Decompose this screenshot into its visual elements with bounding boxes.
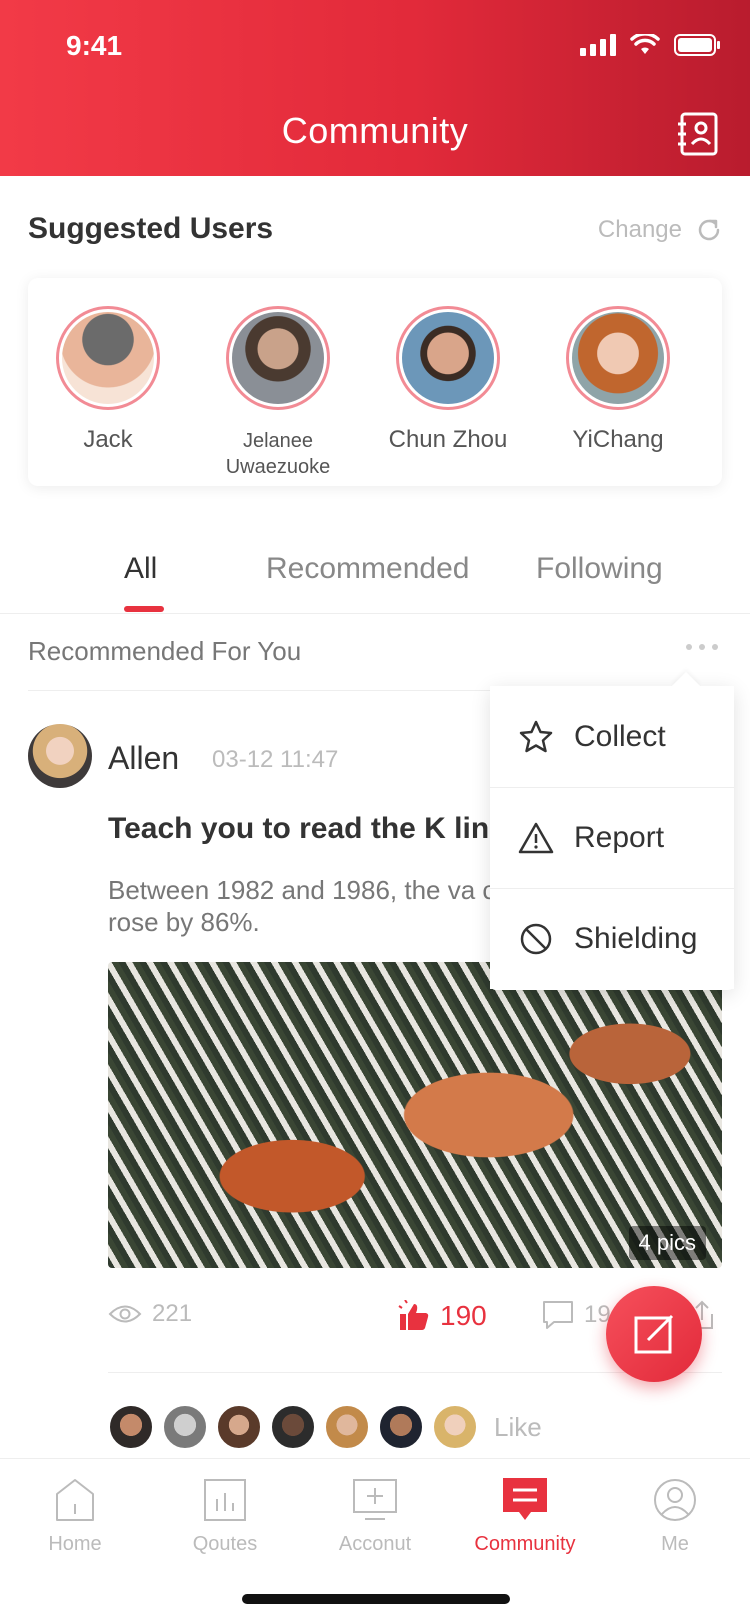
post-author[interactable]: Allen: [108, 740, 179, 777]
status-time: 9:41: [66, 30, 123, 61]
tab-recommended[interactable]: Recommended: [266, 552, 469, 586]
suggested-users-card: Jack Jelanee Uwaezuoke Chun Zhou YiChang: [28, 278, 722, 486]
thumbs-up-icon: [398, 1300, 429, 1330]
avatar: [566, 306, 670, 410]
menu-item-label: Shielding: [574, 922, 698, 955]
like-button[interactable]: 190: [398, 1300, 487, 1332]
tabbar-label: Home: [48, 1533, 102, 1555]
active-tab-indicator: [124, 606, 164, 612]
suggested-user[interactable]: YiChang: [530, 306, 706, 454]
liker-avatar: [108, 1404, 154, 1450]
status-icons: [580, 34, 720, 56]
avatar: [226, 306, 330, 410]
refresh-icon: [698, 219, 720, 241]
change-label: Change: [597, 216, 682, 243]
community-icon: [503, 1478, 547, 1520]
user-name: YiChang: [572, 426, 664, 453]
dot: [699, 644, 705, 650]
post-time: 03-12 11:47: [212, 746, 339, 773]
account-icon: [353, 1479, 397, 1520]
user-name: Chun Zhou: [388, 426, 508, 453]
post-author-avatar[interactable]: [28, 724, 92, 788]
tabbar-label: Acconut: [338, 1533, 412, 1555]
menu-item-label: Report: [574, 821, 665, 854]
avatar: [56, 306, 160, 410]
tabbar-item-quotes[interactable]: Qoutes: [150, 1475, 300, 1556]
avatar: [396, 306, 500, 410]
tabbar-item-community[interactable]: Community: [450, 1475, 600, 1556]
signal-icon: [580, 34, 616, 56]
liker-avatar: [324, 1404, 370, 1450]
page-title: Community: [281, 110, 469, 151]
like-label: Like: [494, 1411, 542, 1442]
dot: [686, 644, 692, 650]
views-stat: 221: [108, 1300, 192, 1328]
tabbar-item-account[interactable]: Acconut: [300, 1475, 450, 1556]
eye-icon: [108, 1305, 142, 1323]
tab-following[interactable]: Following: [536, 552, 663, 586]
liker-avatar: [378, 1404, 424, 1450]
likes-count: 190: [440, 1300, 487, 1331]
menu-item-report[interactable]: Report: [490, 787, 734, 888]
likers-row[interactable]: Like: [108, 1404, 542, 1450]
wifi-icon: [630, 34, 660, 54]
liker-avatar: [432, 1404, 478, 1450]
menu-item-collect[interactable]: Collect: [490, 686, 734, 787]
dot: [712, 644, 718, 650]
suggested-user[interactable]: Jelanee Uwaezuoke: [190, 306, 366, 480]
tabbar-label: Qoutes: [192, 1533, 258, 1555]
profile-icon: [654, 1479, 696, 1521]
compose-button[interactable]: [606, 1286, 702, 1382]
header: 9:41 Community: [0, 0, 750, 176]
home-icon: [56, 1479, 94, 1521]
liker-avatar: [270, 1404, 316, 1450]
tab-all[interactable]: All: [124, 552, 157, 586]
post-title[interactable]: Teach you to read the K lin: [108, 812, 489, 846]
contacts-book-icon: [678, 112, 718, 156]
chart-icon: [204, 1479, 246, 1521]
warning-icon: [518, 822, 554, 854]
more-options-button[interactable]: [686, 644, 718, 650]
tabbar-label: Me: [661, 1533, 689, 1555]
block-icon: [520, 923, 552, 955]
liker-avatar: [162, 1404, 208, 1450]
menu-item-shielding[interactable]: Shielding: [490, 888, 734, 989]
post-options-menu: Collect Report Shielding: [490, 671, 734, 990]
comment-icon: [543, 1301, 573, 1329]
battery-icon: [674, 34, 720, 56]
home-indicator: [242, 1594, 510, 1604]
contacts-button[interactable]: [678, 112, 718, 156]
change-button[interactable]: Change: [598, 216, 722, 244]
compose-icon: [634, 1314, 674, 1354]
menu-item-label: Collect: [574, 719, 666, 753]
suggested-user[interactable]: Jack: [20, 306, 196, 454]
comment-button[interactable]: 19: [542, 1300, 611, 1330]
tabbar-label: Community: [474, 1533, 576, 1555]
tabbar-item-home[interactable]: Home: [0, 1475, 150, 1556]
suggested-users-title: Suggested Users: [28, 212, 274, 245]
section-title: Recommended For You: [28, 636, 302, 666]
post-image[interactable]: 4 pics: [108, 962, 722, 1268]
star-icon: [519, 720, 553, 752]
suggested-user[interactable]: Chun Zhou: [360, 306, 536, 454]
user-name: Jack: [83, 426, 133, 453]
liker-avatar: [216, 1404, 262, 1450]
feed-tabs: All Recommended Following: [0, 540, 750, 614]
pics-count-badge: 4 pics: [628, 1226, 706, 1260]
views-count: 221: [152, 1300, 193, 1327]
tabbar-item-me[interactable]: Me: [600, 1475, 750, 1556]
user-name: Jelanee Uwaezuoke: [225, 430, 331, 478]
